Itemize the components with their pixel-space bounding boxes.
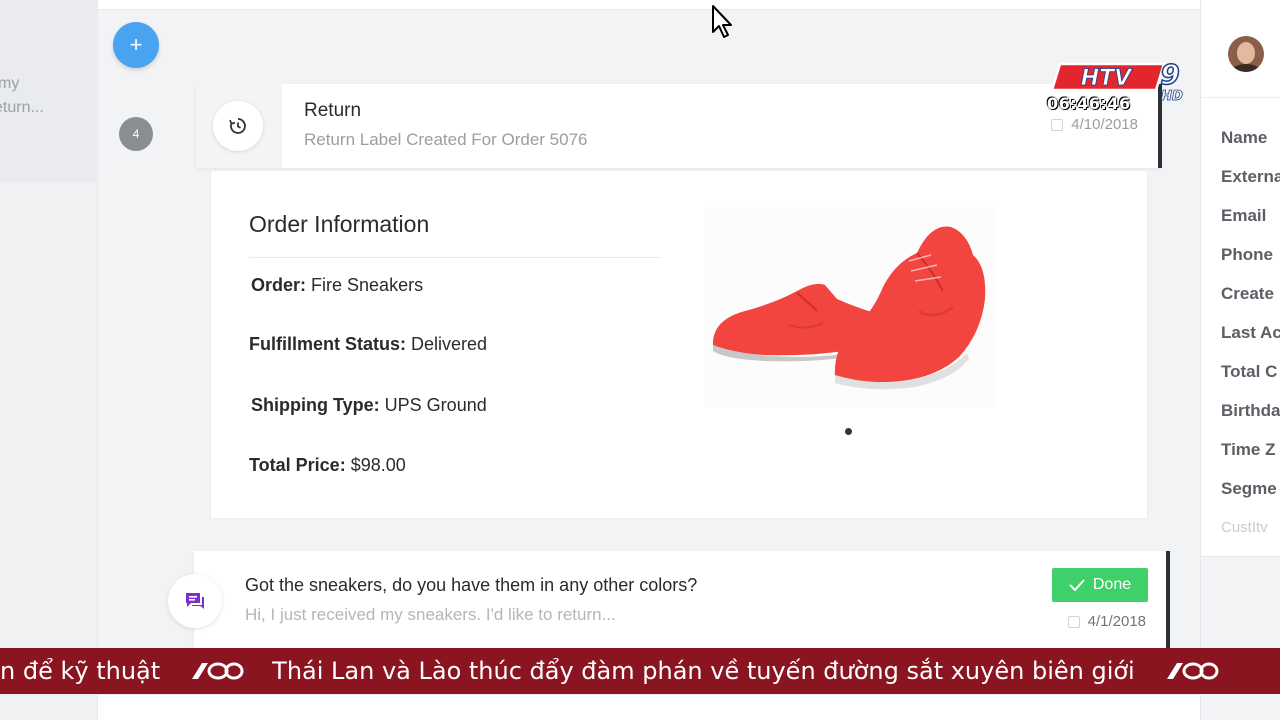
order-information-heading: Order Information [249, 211, 430, 237]
calendar-icon [1067, 615, 1080, 628]
field-name: Name [1221, 128, 1268, 147]
message-date: 4/1/2018 [1067, 613, 1146, 630]
message-title: Got the sneakers, do you have them in an… [245, 575, 698, 595]
chat-icon [168, 574, 222, 628]
mouse-cursor-icon [712, 5, 732, 38]
fulfillment-status-label: Fulfillment Status: [249, 334, 406, 354]
product-image[interactable] [705, 207, 997, 407]
shipping-type-value: UPS Ground [384, 395, 487, 415]
broadcast-clock: 06:46:46 [1047, 94, 1131, 113]
ticker-text-left: n để kỹ thuật [0, 657, 161, 685]
message-date-text: 4/1/2018 [1087, 613, 1146, 630]
customer-details-panel: Name Externa Email Phone Create Last Ac … [1200, 0, 1280, 720]
avatar[interactable] [1228, 36, 1264, 72]
field-segment: Segme [1221, 479, 1277, 498]
return-event-date-text: 4/10/2018 [1071, 116, 1138, 133]
field-last-active: Last Ac [1221, 323, 1280, 342]
total-price-row: Total Price: $98.00 [249, 455, 406, 476]
field-custom: CustItv [1221, 519, 1268, 536]
message-preview: Hi, I just received my sneakers. I'd lik… [245, 605, 616, 624]
field-created: Create [1221, 284, 1274, 303]
field-external: Externa [1221, 167, 1280, 186]
field-time-zone: Time Z [1221, 440, 1276, 459]
carousel-dot[interactable] [845, 428, 852, 435]
ticker-logo-icon [192, 662, 244, 680]
news-ticker: n để kỹ thuật Thái Lan và Lào thúc đẩy đ… [0, 648, 1280, 694]
order-divider [249, 257, 661, 258]
timeline-step-badge: 4 [119, 117, 153, 151]
conversation-preview-line1: my [0, 75, 20, 92]
field-email: Email [1221, 206, 1267, 225]
check-icon [1069, 579, 1085, 591]
return-event-title: Return [304, 100, 362, 121]
fulfillment-status-value: Delivered [411, 334, 488, 354]
bottom-bar [98, 694, 1200, 720]
return-icon-container [196, 84, 282, 168]
return-event-date: 4/10/2018 [1051, 116, 1138, 133]
message-event-card[interactable]: Got the sneakers, do you have them in an… [194, 551, 1170, 649]
done-button[interactable]: Done [1052, 568, 1148, 602]
shipping-type-label: Shipping Type: [251, 395, 380, 415]
customer-panel-footer [1201, 556, 1280, 720]
total-price-label: Total Price: [249, 455, 346, 475]
return-event-subtitle: Return Label Created For Order 5076 [304, 130, 588, 149]
field-birthday: Birthda [1221, 401, 1280, 420]
field-phone: Phone [1221, 245, 1273, 264]
calendar-icon [1051, 118, 1064, 131]
order-value: Fire Sneakers [311, 275, 424, 295]
channel-number: 9 [1160, 60, 1179, 91]
conversation-list-panel: my eturn... [0, 0, 98, 720]
add-event-button[interactable]: + [113, 22, 159, 68]
top-bar [98, 0, 1200, 10]
customer-header [1201, 0, 1280, 98]
ticker-text-main: Thái Lan và Lào thúc đẩy đàm phán về tuy… [272, 657, 1135, 685]
order-label: Order: [251, 275, 307, 295]
field-total: Total C [1221, 362, 1278, 381]
conversation-preview[interactable]: my eturn... [0, 0, 98, 182]
ticker-logo-icon [1166, 662, 1219, 680]
history-icon [213, 101, 263, 151]
conversation-preview-line2: eturn... [0, 99, 44, 116]
order-row: Order: Fire Sneakers [251, 275, 423, 296]
total-price-value: $98.00 [350, 455, 406, 475]
channel-suffix: HD [1161, 89, 1183, 104]
done-button-label: Done [1092, 576, 1132, 593]
fulfillment-status-row: Fulfillment Status: Delivered [249, 334, 487, 355]
return-event-card[interactable]: Return Return Label Created For Order 50… [196, 84, 1162, 168]
order-information-panel: Order Information Order: Fire Sneakers F… [210, 170, 1148, 519]
channel-letters: HTV [1081, 66, 1133, 91]
shipping-type-row: Shipping Type: UPS Ground [251, 395, 487, 416]
